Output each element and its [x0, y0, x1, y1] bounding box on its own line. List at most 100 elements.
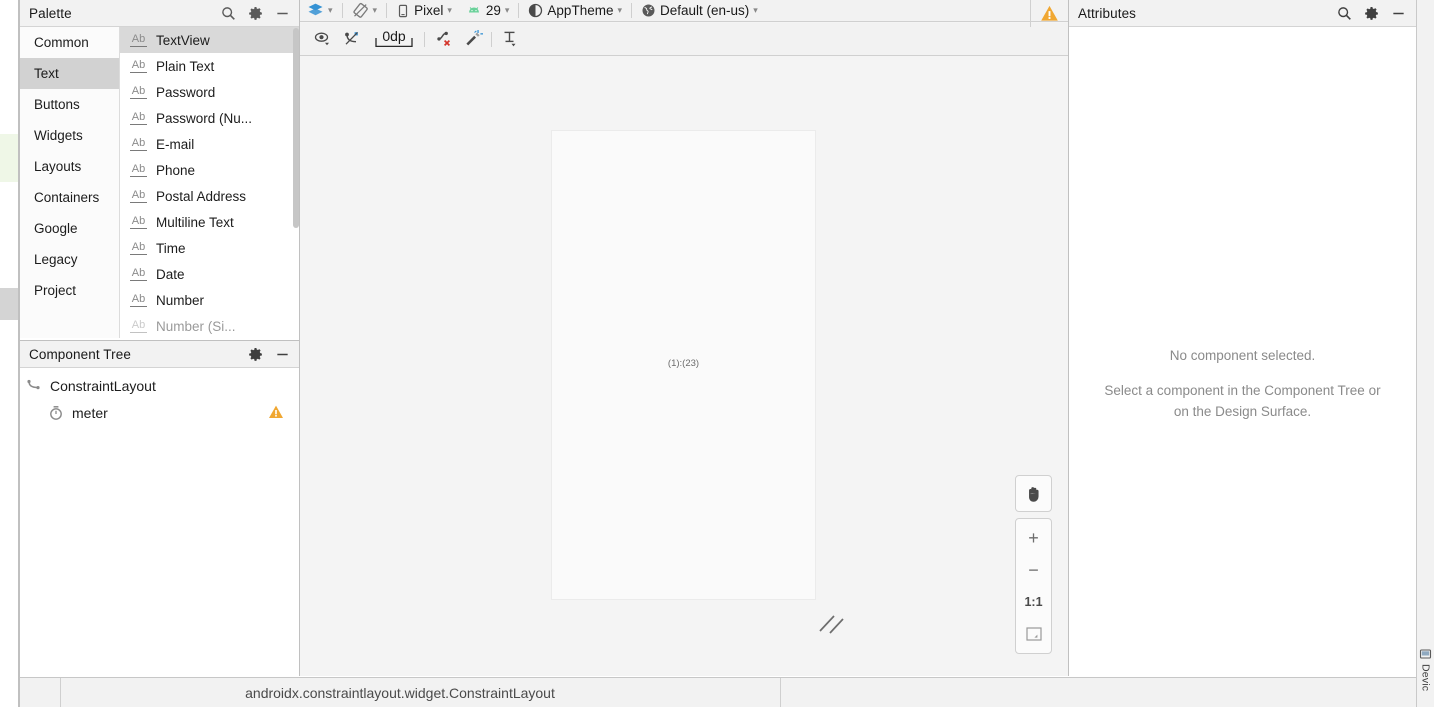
- palette-item-label: E-mail: [156, 136, 195, 152]
- locale-label: Default (en-us): [660, 3, 750, 18]
- palette-category-legacy[interactable]: Legacy: [20, 244, 119, 275]
- palette-item-plain-text[interactable]: Ab Plain Text: [120, 53, 300, 79]
- palette-category-label: Buttons: [34, 97, 80, 112]
- palette-category-common[interactable]: Common: [20, 27, 119, 58]
- palette-item-label: Password: [156, 84, 216, 100]
- minimize-icon[interactable]: [1391, 6, 1406, 21]
- toolbar-separator: [631, 3, 632, 18]
- palette-category-text[interactable]: Text: [20, 58, 119, 89]
- ab-text-icon: Ab: [130, 266, 147, 281]
- design-surface[interactable]: (1):(23): [300, 57, 1068, 676]
- gear-icon[interactable]: [248, 6, 263, 21]
- device-file-explorer-icon: [1419, 648, 1432, 661]
- constraint-toolbar: 0dp: [300, 23, 1068, 56]
- palette-category-label: Google: [34, 221, 78, 236]
- warning-icon[interactable]: [1040, 4, 1059, 23]
- palette-item-number-signed[interactable]: Ab Number (Si...: [120, 313, 300, 338]
- minimize-icon[interactable]: [275, 6, 290, 21]
- theme-selector[interactable]: AppTheme ▾: [521, 0, 629, 22]
- palette-item-number[interactable]: Ab Number: [120, 287, 300, 313]
- palette-item-label: Phone: [156, 162, 196, 178]
- palette-category-label: Widgets: [34, 128, 83, 143]
- zoom-controls: + − 1:1: [1015, 518, 1052, 654]
- warning-icon[interactable]: [268, 404, 284, 420]
- palette-item-list: Ab TextView Ab Plain Text Ab Password Ab…: [120, 27, 300, 338]
- palette-item-label: Plain Text: [156, 58, 215, 74]
- locale-selector[interactable]: Default (en-us) ▾: [634, 0, 765, 22]
- palette-panel: Palette Common Text Buttons Widgets Layo…: [20, 0, 300, 338]
- pan-hand-icon[interactable]: [1015, 475, 1052, 512]
- toolbar-separator: [491, 31, 492, 47]
- device-file-explorer-tab[interactable]: Devic: [1418, 648, 1433, 707]
- zoom-to-fit-button[interactable]: [1016, 618, 1051, 650]
- palette-item-label: Multiline Text: [156, 214, 234, 230]
- toolbar-separator: [424, 31, 425, 47]
- palette-item-textview[interactable]: Ab TextView: [120, 27, 300, 53]
- chronometer-icon: [48, 405, 64, 421]
- palette-item-postal-address[interactable]: Ab Postal Address: [120, 183, 300, 209]
- design-mode-button[interactable]: ▾: [300, 0, 340, 22]
- gear-icon[interactable]: [1364, 6, 1379, 21]
- status-bar: androidx.constraintlayout.widget.Constra…: [20, 677, 1416, 707]
- default-margin-button[interactable]: 0dp: [368, 26, 420, 52]
- palette-item-date[interactable]: Ab Date: [120, 261, 300, 287]
- palette-item-time[interactable]: Ab Time: [120, 235, 300, 261]
- chevron-down-icon: ▾: [447, 5, 452, 15]
- status-bar-text: androidx.constraintlayout.widget.Constra…: [245, 684, 555, 701]
- palette-item-label: Postal Address: [156, 188, 247, 204]
- palette-item-email[interactable]: Ab E-mail: [120, 131, 300, 157]
- palette-item-password-numeric[interactable]: Ab Password (Nu...: [120, 105, 300, 131]
- zoom-actual-size-button[interactable]: 1:1: [1016, 586, 1051, 618]
- minimize-icon[interactable]: [275, 347, 290, 362]
- default-margin-label: 0dp: [382, 28, 406, 44]
- orientation-button[interactable]: ▾: [345, 0, 385, 22]
- design-editor: ▾ ▾ Pixel ▾ 29 ▾ AppTheme ▾ Default (en-…: [300, 0, 1068, 676]
- gear-icon[interactable]: [248, 347, 263, 362]
- editor-highlight-grey: [0, 288, 18, 320]
- tree-node-constraintlayout[interactable]: ConstraintLayout: [20, 372, 300, 399]
- editor-highlight-green: [0, 134, 18, 182]
- resize-handle-icon[interactable]: [818, 609, 846, 642]
- palette-category-buttons[interactable]: Buttons: [20, 89, 119, 120]
- palette-item-multiline-text[interactable]: Ab Multiline Text: [120, 209, 300, 235]
- palette-item-label: Password (Nu...: [156, 110, 253, 126]
- device-preview-label: (1):(23): [667, 358, 700, 369]
- infer-constraints-icon[interactable]: [459, 26, 487, 52]
- tree-node-meter[interactable]: meter: [20, 399, 300, 426]
- zoom-in-button[interactable]: +: [1016, 522, 1051, 554]
- palette-title: Palette: [29, 5, 72, 21]
- theme-label: AppTheme: [547, 3, 614, 18]
- ab-text-icon: Ab: [130, 214, 147, 229]
- ab-text-icon: Ab: [130, 188, 147, 203]
- palette-category-containers[interactable]: Containers: [20, 182, 119, 213]
- device-selector[interactable]: Pixel ▾: [389, 0, 459, 22]
- rotate-orientation-icon: [352, 2, 369, 19]
- palette-category-list: Common Text Buttons Widgets Layouts Cont…: [20, 27, 120, 338]
- search-icon[interactable]: [221, 6, 236, 21]
- device-file-explorer-label: Devic: [1419, 664, 1432, 692]
- palette-category-project[interactable]: Project: [20, 275, 119, 306]
- align-baseline-icon[interactable]: [496, 26, 524, 52]
- api-selector[interactable]: 29 ▾: [459, 0, 517, 22]
- search-icon[interactable]: [1337, 6, 1352, 21]
- palette-category-google[interactable]: Google: [20, 213, 119, 244]
- ab-text-icon: Ab: [130, 240, 147, 255]
- device-preview[interactable]: (1):(23): [551, 130, 816, 600]
- palette-category-layouts[interactable]: Layouts: [20, 151, 119, 182]
- chevron-down-icon: ▾: [617, 5, 622, 15]
- clear-constraints-icon[interactable]: [338, 26, 366, 52]
- toolbar-separator: [341, 3, 343, 18]
- palette-category-label: Project: [34, 283, 77, 298]
- zoom-out-button[interactable]: −: [1016, 554, 1051, 586]
- design-toolbar: ▾ ▾ Pixel ▾ 29 ▾ AppTheme ▾ Default (en-…: [300, 0, 1068, 22]
- palette-item-phone[interactable]: Ab Phone: [120, 157, 300, 183]
- palette-category-label: Common: [34, 35, 89, 50]
- palette-item-password[interactable]: Ab Password: [120, 79, 300, 105]
- toolbar-separator: [518, 3, 520, 18]
- attributes-panel: Attributes No component selected. Select…: [1069, 0, 1416, 676]
- fit-screen-icon: [1025, 625, 1043, 643]
- ab-text-icon: Ab: [130, 84, 147, 99]
- view-options-icon[interactable]: [308, 26, 336, 52]
- delete-constraint-icon[interactable]: [429, 26, 457, 52]
- palette-category-widgets[interactable]: Widgets: [20, 120, 119, 151]
